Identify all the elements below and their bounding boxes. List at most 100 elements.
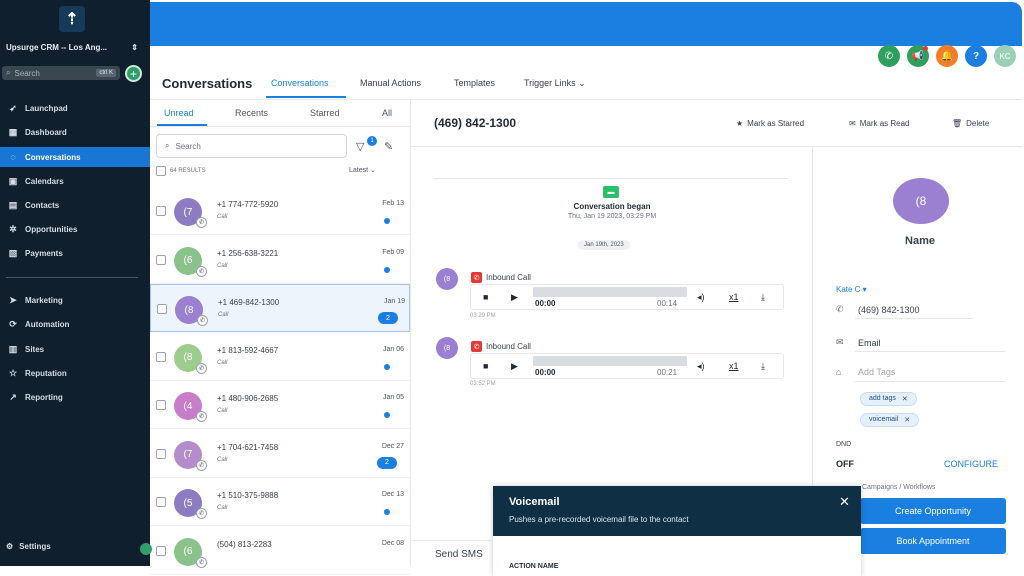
conversation-row[interactable]: (8 ✆ +1 813-592-4667 Call Jan 06 xyxy=(150,333,410,381)
dnd-value: OFF xyxy=(836,459,854,469)
quick-add-button[interactable]: + xyxy=(125,65,142,82)
app-logo[interactable]: ⇡ xyxy=(59,6,85,32)
configure-link[interactable]: CONFIGURE xyxy=(944,459,998,469)
sidebar-item-reporting[interactable]: ↗ Reporting xyxy=(0,387,150,407)
megaphone-icon[interactable]: 📢 xyxy=(907,45,929,67)
row-checkbox[interactable] xyxy=(156,448,166,459)
megaphone-glyph: 📢 xyxy=(911,50,925,62)
conversation-row[interactable]: (8 ✆ +1 469-842-1300 Call Jan 19 2 xyxy=(150,284,410,332)
sidebar-item-label: Marketing xyxy=(25,295,63,305)
sidebar-item-marketing[interactable]: ➤ Marketing xyxy=(0,290,150,310)
volume-icon[interactable]: ◂) xyxy=(697,361,705,372)
sidebar-item-dashboard[interactable]: ▦ Dashboard xyxy=(0,122,150,142)
list-tab-unread[interactable]: Unread xyxy=(164,108,194,118)
tab-conversations[interactable]: Conversations xyxy=(271,78,329,88)
close-icon[interactable]: ✕ xyxy=(902,395,908,403)
sidebar-item-launchpad[interactable]: ➶ Launchpad xyxy=(0,98,150,118)
sites-icon: ▥ xyxy=(8,343,18,354)
tab-manual-actions[interactable]: Manual Actions xyxy=(360,78,421,88)
phone-icon[interactable]: ✆ xyxy=(878,45,900,67)
row-checkbox[interactable] xyxy=(157,304,167,314)
sidebar-item-automation[interactable]: ⟳ Automation xyxy=(0,314,150,334)
row-checkbox[interactable] xyxy=(156,497,166,507)
download-icon[interactable]: ⤓ xyxy=(761,361,765,372)
close-icon[interactable]: ✕ xyxy=(904,416,910,424)
account-switcher[interactable]: Upsurge CRM -- Los Ang... ⇕ xyxy=(4,40,140,54)
list-tab-starred[interactable]: Starred xyxy=(310,108,340,118)
conversation-row[interactable]: (6 ✆ +1 256-638-3221 Call Feb 09 xyxy=(150,236,410,284)
sidebar-item-label: Calendars xyxy=(25,176,64,186)
audio-progress-bar[interactable] xyxy=(533,287,687,297)
row-checkbox[interactable] xyxy=(156,254,166,265)
playback-speed[interactable]: x1 xyxy=(729,292,739,302)
unread-count-badge: 2 xyxy=(377,456,397,469)
tab-templates[interactable]: Templates xyxy=(454,78,495,88)
send-sms-tab[interactable]: Send SMS xyxy=(435,549,483,560)
playback-speed[interactable]: x1 xyxy=(729,361,739,371)
contact-phone-field[interactable]: ✆ (469) 842-1300 xyxy=(836,304,920,315)
row-checkbox[interactable] xyxy=(156,206,166,216)
sidebar-item-conversations[interactable]: ◌ Conversations xyxy=(0,147,150,167)
list-tab-all[interactable]: All xyxy=(382,108,392,118)
download-icon[interactable]: ⤓ xyxy=(761,292,765,303)
stop-icon[interactable]: ■ xyxy=(483,292,488,302)
contact-tags-field[interactable]: ⌂ Add Tags xyxy=(836,367,895,377)
sidebar-item-calendars[interactable]: ▣ Calendars xyxy=(0,171,150,191)
star-icon: ★ xyxy=(736,119,744,128)
contact-name[interactable]: Name xyxy=(880,235,960,247)
select-all-checkbox[interactable] xyxy=(156,166,166,176)
conversation-row[interactable]: (7 ✆ +1 774-772-5920 Call Feb 13 xyxy=(150,187,410,235)
active-tab-indicator xyxy=(266,96,346,98)
conversation-row[interactable]: (4 ✆ +1 480-906-2685 Call Jan 05 xyxy=(150,381,410,429)
sidebar-item-reputation[interactable]: ☆ Reputation xyxy=(0,363,150,383)
book-appointment-button[interactable]: Book Appointment xyxy=(860,528,1006,554)
conversation-row[interactable]: (7 ✆ +1 704-621-7458 Call Dec 27 2 xyxy=(150,430,410,478)
bell-icon[interactable]: 🔔 xyxy=(936,45,958,67)
audio-progress-bar[interactable] xyxy=(533,356,687,366)
sidebar-item-payments[interactable]: ▧ Payments xyxy=(0,243,150,263)
message-avatar: (8 xyxy=(436,337,458,359)
search-placeholder: Search xyxy=(175,141,201,151)
owner-dropdown[interactable]: Kate C ▾ xyxy=(836,285,867,294)
play-icon[interactable]: ▶ xyxy=(511,361,518,372)
tag-chip[interactable]: add tags ✕ xyxy=(860,392,917,406)
row-subtitle: Call xyxy=(217,214,228,220)
conversation-row[interactable]: (6 ✆ (504) 813-2283 Dec 08 xyxy=(150,527,410,575)
tag-chip[interactable]: voicemail ✕ xyxy=(860,413,920,427)
sidebar-item-settings[interactable]: ⚙ Settings xyxy=(6,542,51,551)
phone-icon: ✆ xyxy=(196,411,207,422)
compose-icon[interactable]: ✎ xyxy=(384,140,393,153)
row-checkbox[interactable] xyxy=(156,545,166,556)
list-panel-border xyxy=(410,100,411,566)
conversation-row[interactable]: (5 ✆ +1 510-375-9888 Call Dec 13 xyxy=(150,478,410,526)
message-avatar: (8 xyxy=(436,268,458,290)
user-avatar[interactable]: KC xyxy=(994,45,1016,67)
tags-placeholder: Add Tags xyxy=(858,367,896,377)
sidebar-item-label: Reputation xyxy=(25,368,67,378)
mark-read-button[interactable]: ✉ Mark as Read xyxy=(849,119,910,128)
conversation-search-input[interactable]: ⌕ Search xyxy=(156,134,347,158)
help-icon[interactable]: ? xyxy=(965,45,987,67)
row-checkbox[interactable] xyxy=(156,351,166,362)
stop-icon[interactable]: ■ xyxy=(483,361,488,371)
close-icon[interactable]: ✕ xyxy=(839,494,850,510)
filter-icon[interactable]: ▽ xyxy=(356,140,364,153)
tab-trigger-links[interactable]: Trigger Links ⌄ xyxy=(524,78,586,89)
top-actions: ✆ 📢 🔔 ? KC xyxy=(878,45,1016,67)
sidebar-search[interactable]: ⌕ Search ctrl K xyxy=(2,66,120,80)
sort-dropdown[interactable]: Latest ⌄ xyxy=(349,166,376,174)
results-count: 64 RESULTS xyxy=(156,166,206,176)
list-tab-recents[interactable]: Recents xyxy=(235,108,268,118)
create-opportunity-button[interactable]: Create Opportunity xyxy=(860,498,1006,524)
sidebar-item-sites[interactable]: ▥ Sites xyxy=(0,339,150,359)
sidebar-item-contacts[interactable]: ▤ Contacts xyxy=(0,195,150,215)
sidebar-item-opportunities[interactable]: ✲ Opportunities xyxy=(0,219,150,239)
contact-avatar: (8 xyxy=(893,178,949,224)
play-icon[interactable]: ▶ xyxy=(511,292,518,303)
sidebar-item-label: Opportunities xyxy=(25,224,78,234)
delete-button[interactable]: 🗑 Delete xyxy=(952,119,989,128)
row-checkbox[interactable] xyxy=(156,400,166,410)
contact-email-field[interactable]: ✉ Email xyxy=(836,337,881,348)
mark-starred-button[interactable]: ★ Mark as Starred xyxy=(736,119,804,128)
volume-icon[interactable]: ◂) xyxy=(697,292,705,303)
